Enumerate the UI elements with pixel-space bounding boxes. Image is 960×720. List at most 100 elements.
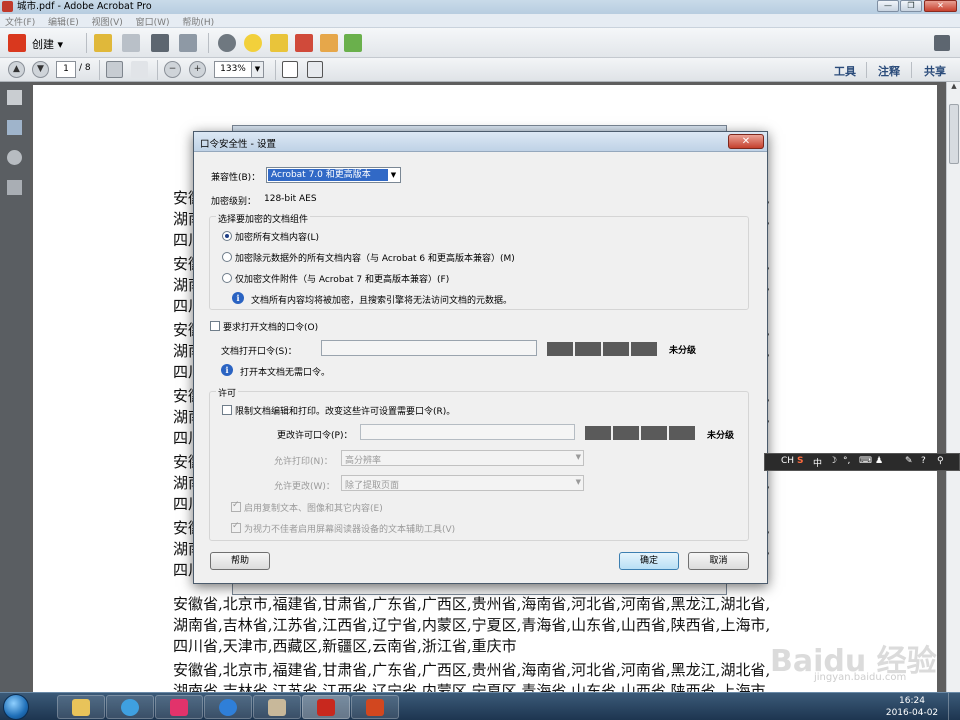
email-icon[interactable] [179, 34, 197, 52]
full-screen-mode-icon[interactable] [307, 61, 323, 78]
meter-segment [641, 426, 667, 440]
toolbar-divider [208, 33, 209, 53]
taskbar-acrobat[interactable] [302, 695, 350, 719]
changes-allowed-select[interactable]: 除了提取页面 ▼ [341, 475, 584, 491]
moon-icon[interactable]: ☽ [829, 456, 837, 466]
enable-copy-checkbox[interactable] [231, 500, 241, 512]
page-number-input[interactable]: 1 [56, 61, 76, 78]
bookmarks-icon[interactable] [7, 120, 22, 135]
scroll-thumb[interactable] [949, 104, 959, 164]
signatures-icon[interactable] [7, 180, 22, 195]
zoom-out-icon[interactable]: − [164, 61, 181, 78]
sign-icon[interactable] [295, 34, 313, 52]
encryption-level-value: 128-bit AES [264, 194, 317, 204]
encrypt-info-text: 文档所有内容均将被加密，且搜索引擎将无法访问文档的元数据。 [251, 296, 513, 306]
radio-encrypt-except-metadata-label[interactable]: 加密除元数据外的所有文档内容（与 Acrobat 6 和更高版本兼容）(M) [235, 251, 515, 264]
save-icon[interactable] [122, 34, 140, 52]
print-allowed-select[interactable]: 高分辨率 ▼ [341, 450, 584, 466]
taskbar-explorer[interactable] [57, 695, 105, 719]
radio-encrypt-attachments-label[interactable]: 仅加密文件附件（与 Acrobat 7 和更高版本兼容）(F) [235, 272, 449, 285]
zoom-dropdown-icon[interactable]: ▼ [251, 61, 264, 78]
app-icon [268, 699, 286, 716]
fullscreen-icon[interactable] [934, 35, 950, 51]
next-page-icon[interactable]: ▼ [32, 61, 49, 78]
export-icon[interactable] [344, 34, 362, 52]
minimize-button[interactable]: — [877, 0, 899, 12]
sogou-icon[interactable]: S [797, 456, 803, 466]
taskbar-app[interactable] [106, 695, 154, 719]
start-button[interactable] [3, 694, 29, 720]
create-pdf-icon[interactable] [8, 34, 26, 52]
print-icon[interactable] [151, 34, 169, 52]
system-clock[interactable]: 16:24 2016-04-02 [882, 695, 942, 719]
hand-tool-icon[interactable] [131, 61, 148, 78]
doc-text-line: 四川省,天津市,西藏区,新疆区,云南省,浙江省,重庆市 [173, 637, 517, 655]
require-open-password-label[interactable]: 要求打开文档的口令(O) [223, 320, 318, 333]
microphone-icon[interactable]: ⚲ [937, 456, 944, 466]
print-allowed-value: 高分辨率 [345, 456, 382, 466]
clock-time: 16:24 [899, 696, 925, 706]
radio-encrypt-all[interactable] [222, 231, 232, 241]
comment-pane-link[interactable]: 注释 [878, 63, 900, 79]
scroll-up-icon[interactable]: ▲ [948, 82, 960, 96]
user-icon[interactable]: ♟ [875, 456, 883, 466]
taskbar-app[interactable] [155, 695, 203, 719]
vertical-scrollbar[interactable]: ▲ [946, 82, 960, 692]
dialog-close-button[interactable]: ✕ [728, 134, 764, 149]
radio-encrypt-attachments[interactable] [222, 273, 232, 283]
attachments-icon[interactable] [7, 150, 22, 165]
chevron-down-icon: ▼ [575, 453, 581, 461]
change-permission-password-input[interactable] [360, 424, 575, 440]
page-thumbnails-icon[interactable] [7, 90, 22, 105]
tools-pane-link[interactable]: 工具 [834, 63, 856, 79]
ok-button[interactable]: 确定 [619, 552, 679, 570]
require-open-password-checkbox[interactable] [210, 321, 220, 331]
ime-item[interactable]: °, [843, 456, 850, 466]
radio-encrypt-all-label[interactable]: 加密所有文档内容(L) [235, 230, 319, 243]
page-total: / 8 [79, 63, 91, 73]
zoom-in-icon[interactable]: + [189, 61, 206, 78]
help-icon[interactable]: ? [921, 456, 926, 466]
window-title: 城市.pdf - Adobe Acrobat Pro [17, 1, 152, 12]
ime-item[interactable]: 中 [813, 456, 822, 469]
ime-item[interactable]: CH [781, 456, 794, 466]
password-security-dialog: 口令安全性 - 设置 ✕ 兼容性(B)： Acrobat 7.0 和更高版本 ▼… [193, 131, 768, 584]
gear-icon[interactable] [218, 34, 236, 52]
taskbar-sogou[interactable] [204, 695, 252, 719]
compat-label: 兼容性(B)： [211, 173, 261, 183]
comment-bubble-icon[interactable] [244, 34, 262, 52]
meter-segment [547, 342, 573, 356]
keyboard-icon[interactable]: ⌨ [859, 456, 872, 466]
share-pane-link[interactable]: 共享 [924, 63, 946, 79]
review-icon[interactable] [320, 34, 338, 52]
open-password-input[interactable] [321, 340, 537, 356]
pen-icon[interactable]: ✎ [905, 456, 913, 466]
restore-button[interactable]: ❐ [900, 0, 922, 12]
taskbar-app[interactable] [253, 695, 301, 719]
open-folder-icon[interactable] [94, 34, 112, 52]
enable-accessibility-label: 为视力不佳者启用屏幕阅读器设备的文本辅助工具(V) [244, 525, 456, 535]
info-icon: i [232, 292, 244, 304]
highlight-icon[interactable] [270, 34, 288, 52]
app-icon [121, 699, 139, 716]
taskbar-powerpoint[interactable] [351, 695, 399, 719]
meter-segment [631, 342, 657, 356]
zoom-level-input[interactable]: 133% [214, 61, 252, 78]
acrobat-app-icon [2, 1, 13, 12]
navigation-toolbar: ▲ ▼ 1 / 8 − + 133% ▼ 工具 注释 共享 [0, 58, 960, 82]
select-tool-icon[interactable] [106, 61, 123, 78]
previous-page-icon[interactable]: ▲ [8, 61, 25, 78]
enable-accessibility-checkbox[interactable] [231, 521, 241, 533]
restrict-editing-checkbox[interactable] [222, 405, 232, 415]
restrict-editing-label[interactable]: 限制文档编辑和打印。改变这些许可设置需要口令(R)。 [235, 404, 455, 417]
radio-encrypt-except-metadata[interactable] [222, 252, 232, 262]
create-button[interactable]: 创建 ▾ [32, 36, 63, 52]
acrobat-icon [317, 699, 335, 716]
close-window-button[interactable]: ✕ [924, 0, 957, 12]
compatibility-select[interactable]: Acrobat 7.0 和更高版本 ▼ [266, 167, 401, 183]
menu-bar: 文件(F) 编辑(E) 视图(V) 窗口(W) 帮助(H) [0, 14, 960, 28]
fit-page-icon[interactable] [282, 61, 298, 78]
cancel-button[interactable]: 取消 [688, 552, 749, 570]
help-button[interactable]: 帮助 [210, 552, 270, 570]
show-desktop-button[interactable] [948, 693, 960, 720]
